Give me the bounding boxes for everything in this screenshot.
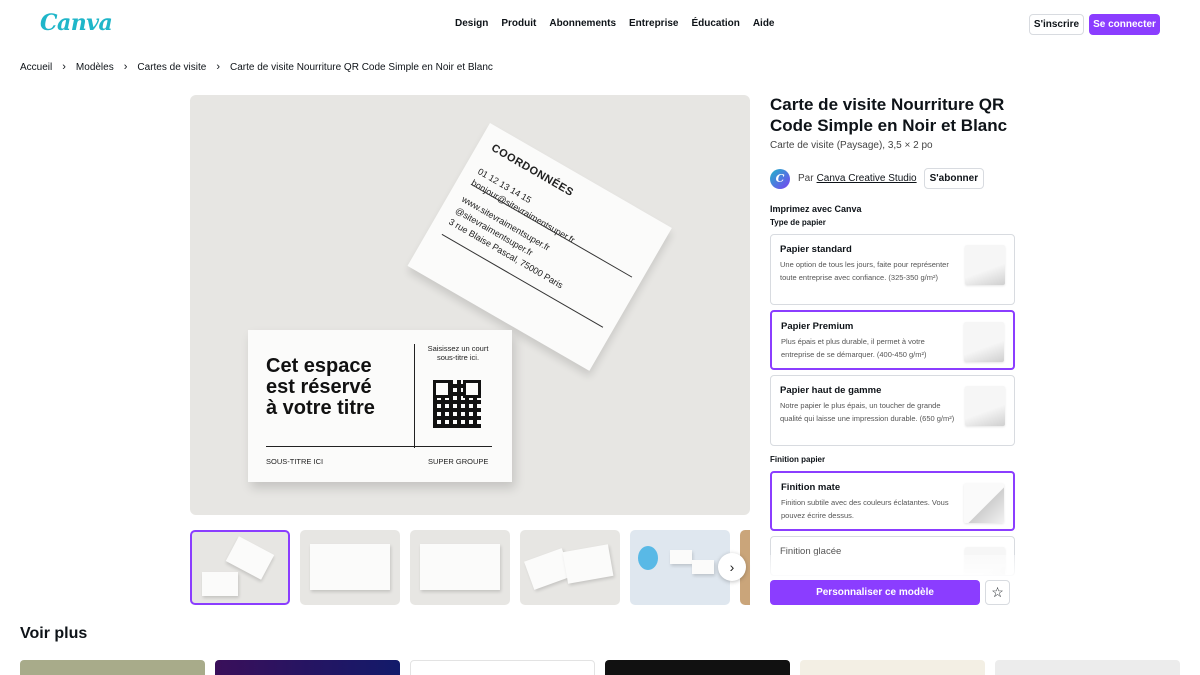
page-title: Carte de visite Nourriture QR Code Simpl…: [770, 95, 1008, 135]
print-heading: Imprimez avec Canva: [770, 204, 862, 214]
signup-button[interactable]: S'inscrire: [1029, 14, 1084, 35]
canva-logo[interactable]: Canva: [40, 10, 113, 36]
breadcrumb-current: Carte de visite Nourriture QR Code Simpl…: [230, 61, 493, 73]
thumbnail-5[interactable]: [630, 530, 730, 605]
thumbnail-4[interactable]: [520, 530, 620, 605]
more-template-2[interactable]: [215, 660, 400, 675]
paper-option-standard[interactable]: Papier standard Une option de tous les j…: [770, 234, 1015, 305]
chevron-right-icon: ›: [62, 61, 66, 73]
breadcrumb-modeles[interactable]: Modèles: [76, 62, 114, 73]
author-prefix: Par: [798, 173, 814, 184]
thumbnail-2[interactable]: [300, 530, 400, 605]
front-card-footer-left: SOUS-TITRE ICI: [266, 457, 324, 466]
thumbnail-1[interactable]: [190, 530, 290, 605]
finish-option-mate[interactable]: Finition mate Finition subtile avec des …: [770, 471, 1015, 531]
nav-produit[interactable]: Produit: [501, 18, 536, 29]
author-row: C Par Canva Creative Studio S'abonner: [770, 168, 985, 189]
more-template-1[interactable]: [20, 660, 205, 675]
option-desc: Plus épais et plus durable, il permet à …: [781, 337, 927, 359]
front-card: Cet espace est réservé à votre titre Sai…: [248, 330, 512, 482]
breadcrumb-cartes[interactable]: Cartes de visite: [137, 62, 206, 73]
nav-education[interactable]: Éducation: [691, 18, 739, 29]
more-template-5[interactable]: [800, 660, 985, 675]
breadcrumb: Accueil › Modèles › Cartes de visite › C…: [20, 61, 493, 73]
more-template-4[interactable]: [605, 660, 790, 675]
option-desc: Notre papier le plus épais, un toucher d…: [780, 401, 955, 423]
star-icon[interactable]: ☆: [985, 580, 1010, 605]
main-nav: Design Produit Abonnements Entreprise Éd…: [455, 18, 775, 29]
login-button[interactable]: Se connecter: [1089, 14, 1160, 35]
scroll-fade: [770, 555, 1020, 580]
finish-label: Finition papier: [770, 455, 826, 464]
see-more-heading: Voir plus: [20, 625, 88, 642]
thumbnail-strip: [190, 530, 750, 605]
chevron-right-icon: ›: [216, 61, 220, 73]
nav-aide[interactable]: Aide: [753, 18, 775, 29]
more-template-3[interactable]: [410, 660, 595, 675]
paper-sample-image: [965, 245, 1005, 285]
paper-type-label: Type de papier: [770, 218, 826, 227]
option-desc: Finition subtile avec des couleurs éclat…: [781, 498, 949, 520]
thumbnail-3[interactable]: [410, 530, 510, 605]
nav-abonnements[interactable]: Abonnements: [549, 18, 616, 29]
customize-template-button[interactable]: Personnaliser ce modèle: [770, 580, 980, 605]
subscribe-button[interactable]: S'abonner: [923, 168, 985, 189]
paper-sample-image: [965, 386, 1005, 426]
breadcrumb-accueil[interactable]: Accueil: [20, 62, 52, 73]
top-header: Canva Design Produit Abonnements Entrepr…: [0, 0, 1200, 50]
avatar[interactable]: C: [770, 168, 790, 189]
divider: [414, 344, 415, 448]
chevron-right-icon: ›: [123, 61, 128, 73]
nav-design[interactable]: Design: [455, 18, 488, 29]
front-card-footer-right: SUPER GROUPE: [428, 457, 489, 466]
front-card-subtitle: Saisissez un court sous-titre ici.: [427, 344, 489, 362]
more-template-6[interactable]: [995, 660, 1180, 675]
divider: [266, 446, 492, 447]
front-card-title: Cet espace est réservé à votre titre: [266, 355, 375, 419]
author-link[interactable]: Canva Creative Studio: [817, 173, 917, 184]
paper-option-haut-de-gamme[interactable]: Papier haut de gamme Notre papier le plu…: [770, 375, 1015, 446]
chevron-right-icon[interactable]: ›: [718, 553, 746, 581]
qr-code-icon: [433, 380, 481, 428]
paper-sample-image: [964, 322, 1004, 362]
option-desc: Une option de tous les jours, faite pour…: [780, 260, 949, 282]
product-format: Carte de visite (Paysage), 3,5 × 2 po: [770, 140, 933, 151]
template-preview-image[interactable]: COORDONNÉES 01 12 13 14 15 bonjour@sitev…: [190, 95, 750, 515]
paper-sample-image: [964, 483, 1004, 523]
nav-entreprise[interactable]: Entreprise: [629, 18, 678, 29]
paper-option-premium[interactable]: Papier Premium Plus épais et plus durabl…: [770, 310, 1015, 370]
